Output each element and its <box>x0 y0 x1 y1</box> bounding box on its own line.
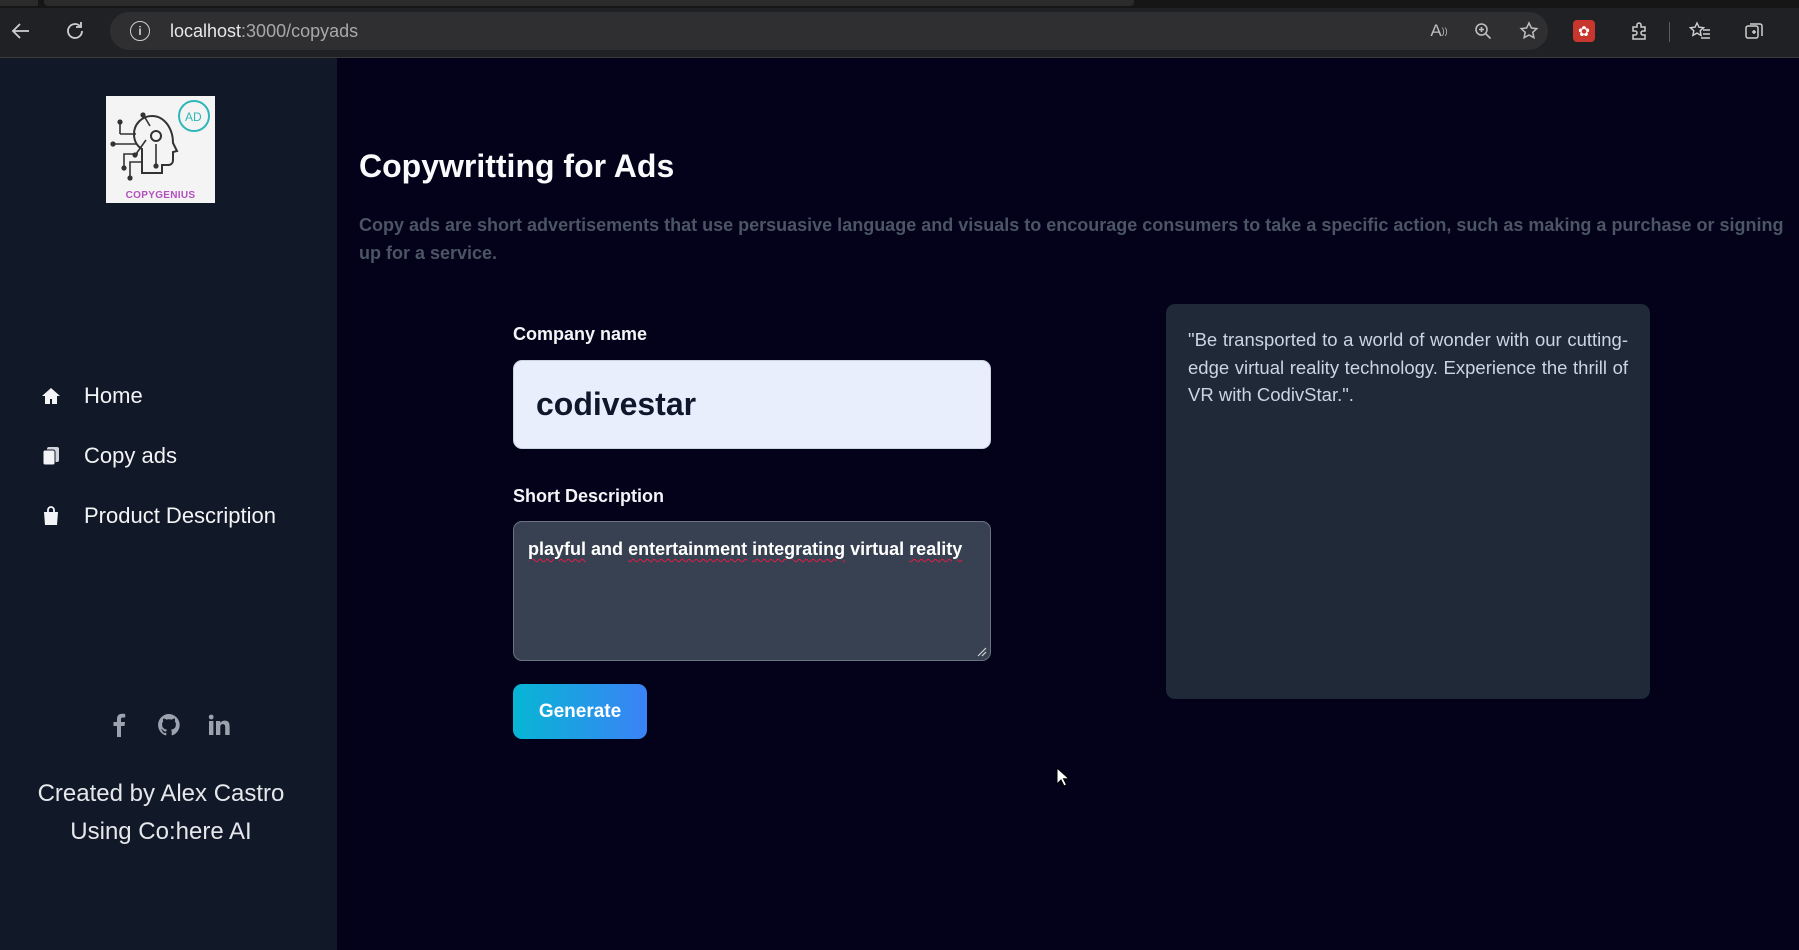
logo-text: COPYGENIUS <box>125 190 196 201</box>
sidebar-item-copy-ads[interactable]: Copy ads <box>40 426 276 486</box>
textarea-word: and <box>591 539 624 559</box>
mouse-cursor-icon <box>1056 767 1070 787</box>
short-description-textarea[interactable]: playful and entertainment integrating vi… <box>513 521 991 661</box>
favorite-add-icon[interactable] <box>1518 20 1540 42</box>
sidebar-item-product-description[interactable]: Product Description <box>40 486 276 546</box>
sidebar-item-label: Copy ads <box>84 443 177 468</box>
company-name-label: Company name <box>513 324 648 344</box>
extensions-puzzle-icon[interactable] <box>1626 18 1652 44</box>
github-icon[interactable] <box>157 713 181 737</box>
address-bar[interactable]: i localhost:3000/copyads A)) <box>110 12 1548 50</box>
textarea-word: virtual <box>850 539 905 559</box>
refresh-icon[interactable] <box>60 16 90 46</box>
generate-button[interactable]: Generate <box>513 684 647 739</box>
favorites-icon[interactable] <box>1687 18 1713 44</box>
browser-toolbar: i localhost:3000/copyads A)) ✿ <box>0 0 1799 58</box>
url-host: localhost <box>170 21 242 41</box>
credit-powered-by: Using Co:here AI <box>70 818 252 845</box>
generated-ad-output: "Be transported to a world of wonder wit… <box>1166 304 1650 699</box>
linkedin-icon[interactable] <box>207 713 231 737</box>
tab-strip <box>0 0 1799 8</box>
copy-icon <box>40 445 62 467</box>
extension-icon[interactable]: ✿ <box>1573 20 1595 42</box>
active-tab[interactable] <box>44 0 1134 6</box>
sidebar-item-label: Home <box>84 383 143 408</box>
credit-author: Created by Alex Castro <box>37 780 285 807</box>
credits: Created by Alex Castro Using Co:here AI <box>0 775 322 851</box>
page-description: Copy ads are short advertisements that u… <box>359 215 1784 263</box>
textarea-word: integrating <box>752 539 846 559</box>
company-name-input[interactable]: codivestar <box>513 360 991 449</box>
url-text[interactable]: localhost:3000/copyads <box>170 21 358 42</box>
sidebar-item-label: Product Description <box>84 503 276 528</box>
short-description-label: Short Description <box>513 486 665 506</box>
facebook-icon[interactable] <box>107 713 131 737</box>
zoom-icon[interactable] <box>1472 20 1494 42</box>
home-icon <box>40 385 62 407</box>
tab-edge[interactable] <box>0 0 38 6</box>
logo-graphic: AD <box>110 100 210 181</box>
logo-badge: AD <box>185 110 202 124</box>
back-arrow-icon[interactable] <box>6 16 36 46</box>
textarea-word: playful <box>528 539 587 559</box>
textarea-word: reality <box>909 539 963 559</box>
sidebar: AD COPYGENIUS Home Copy ads Product Desc… <box>0 58 337 950</box>
collections-icon[interactable] <box>1741 18 1767 44</box>
main-content: Copywritting for Ads Copy ads are short … <box>337 58 1799 950</box>
generated-ad-text: "Be transported to a world of wonder wit… <box>1188 329 1628 405</box>
textarea-word: entertainment <box>628 539 748 559</box>
company-name-value: codivestar <box>536 386 697 422</box>
shopping-bag-icon <box>40 505 62 527</box>
site-info-icon[interactable]: i <box>130 21 150 41</box>
app-logo[interactable]: AD COPYGENIUS <box>106 96 215 203</box>
resize-handle-icon[interactable] <box>977 647 987 657</box>
page-title: Copywritting for Ads <box>359 148 675 184</box>
url-path: :3000/copyads <box>241 21 359 41</box>
social-links <box>0 713 337 737</box>
read-aloud-icon[interactable]: A)) <box>1428 20 1450 42</box>
sidebar-item-home[interactable]: Home <box>40 366 276 426</box>
toolbar-divider <box>1669 22 1670 42</box>
sidebar-nav: Home Copy ads Product Description <box>40 366 276 546</box>
